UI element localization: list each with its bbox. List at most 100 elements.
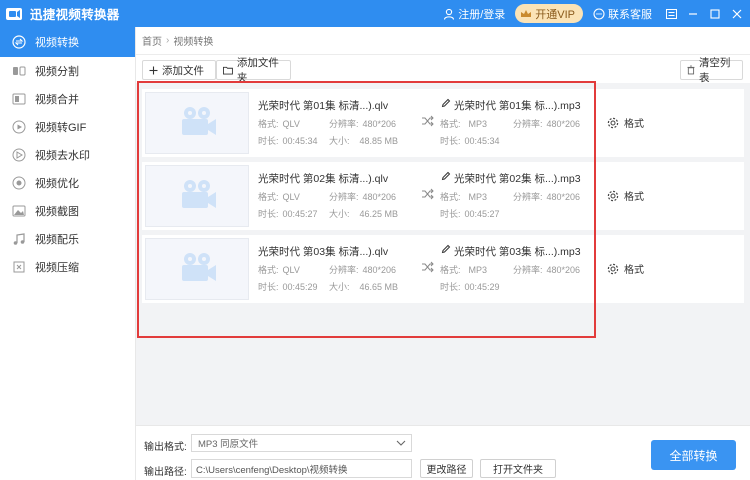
sidebar-item-label: 视频优化 (35, 178, 79, 190)
merge-icon (12, 92, 26, 106)
gear-icon (607, 190, 619, 201)
register-login-label: 注册/登录 (458, 8, 506, 21)
resolution-label: 分辨率: (513, 265, 543, 275)
format-button-label: 格式 (624, 119, 644, 130)
open-vip-button[interactable]: 开通VIP (515, 4, 583, 23)
output-format: MP3 (468, 265, 488, 275)
file-card[interactable]: 光荣时代 第01集 标清...).qlv 格式: QLV 分辨率: 480*206 … (142, 89, 744, 157)
user-icon (444, 8, 455, 20)
sidebar-item-video-merge[interactable]: 视频合并 (0, 85, 135, 113)
sidebar-item-label: 视频压缩 (35, 262, 79, 274)
add-folder-button[interactable]: 添加文件夹 (216, 57, 291, 84)
change-path-button[interactable]: 更改路径 (420, 459, 473, 478)
minimize-button[interactable] (684, 0, 702, 27)
sidebar-item-video-watermark[interactable]: 视频去水印 (0, 141, 135, 169)
gear-icon (607, 117, 619, 128)
gear-icon (607, 263, 619, 274)
output-format-value: MP3 同原文件 (198, 439, 259, 450)
source-resolution: 480*206 (362, 192, 397, 202)
convert-all-button[interactable]: 全部转换 (651, 440, 736, 470)
output-file-name: 光荣时代 第01集 标...).mp3 (454, 100, 581, 112)
title-bar: 迅捷视频转换器 注册/登录 开通VIP 联系客服 (0, 0, 750, 27)
output-resolution: 480*206 (546, 265, 581, 275)
chat-icon (593, 7, 605, 20)
add-file-label: 添加文件 (162, 64, 204, 77)
shuffle-icon (422, 188, 434, 200)
minimize-icon (689, 12, 697, 15)
edit-name-icon[interactable] (441, 98, 451, 108)
sidebar-item-video-convert[interactable]: 视频转换 (0, 27, 135, 57)
breadcrumb-home[interactable]: 首页 (142, 33, 162, 48)
chevron-right-icon: › (166, 35, 170, 46)
resolution-label: 分辨率: (513, 192, 543, 202)
sidebar-item-label: 视频去水印 (35, 150, 90, 162)
sidebar-item-label: 视频截图 (35, 206, 79, 218)
resolution-label: 分辨率: (329, 192, 359, 202)
output-format-select[interactable]: MP3 同原文件 (191, 434, 412, 452)
format-label: 格式: (258, 119, 279, 129)
clear-list-label: 清空列表 (698, 57, 731, 84)
output-file-name: 光荣时代 第02集 标...).mp3 (454, 173, 581, 185)
menu-button[interactable] (662, 0, 680, 27)
source-size: 48.85 MB (359, 136, 399, 146)
format-label: 格式: (258, 265, 279, 275)
format-settings-button[interactable]: 格式 (607, 115, 644, 130)
format-button-label: 格式 (624, 192, 644, 203)
plus-icon (149, 66, 158, 74)
edit-name-icon[interactable] (441, 244, 451, 254)
add-file-button[interactable]: 添加文件 (142, 60, 216, 80)
split-icon (12, 64, 26, 78)
duration-label: 时长: (258, 136, 279, 146)
source-format: QLV (282, 265, 300, 275)
size-label: 大小: (329, 282, 350, 292)
sidebar-item-video-music[interactable]: 视频配乐 (0, 225, 135, 253)
add-folder-label: 添加文件夹 (236, 57, 279, 84)
watermark-icon (12, 148, 26, 162)
source-duration: 00:45:29 (282, 282, 318, 292)
convert-icon (12, 35, 26, 49)
source-file-name: 光荣时代 第02集 标清...).qlv (258, 173, 389, 185)
sidebar-item-video-screenshot[interactable]: 视频截图 (0, 197, 135, 225)
output-resolution: 480*206 (546, 119, 581, 129)
output-path-field[interactable]: C:\Users\cenfeng\Desktop\视频转换 (191, 459, 412, 478)
open-folder-button[interactable]: 打开文件夹 (480, 459, 556, 478)
sidebar-item-video-optimize[interactable]: 视频优化 (0, 169, 135, 197)
output-duration: 00:45:27 (464, 209, 500, 219)
sidebar-item-video-split[interactable]: 视频分割 (0, 57, 135, 85)
format-settings-button[interactable]: 格式 (607, 188, 644, 203)
format-button-label: 格式 (624, 265, 644, 276)
source-file-name: 光荣时代 第01集 标清...).qlv (258, 100, 389, 112)
file-list: 光荣时代 第01集 标清...).qlv 格式: QLV 分辨率: 480*206 … (136, 83, 750, 425)
maximize-button[interactable] (706, 0, 724, 27)
gif-icon (12, 120, 26, 134)
file-card[interactable]: 光荣时代 第03集 标清...).qlv 格式: QLV 分辨率: 480*206 … (142, 235, 744, 303)
sidebar-item-video-compress[interactable]: 视频压缩 (0, 253, 135, 281)
duration-label: 时长: (440, 282, 461, 292)
screenshot-icon (12, 204, 26, 218)
video-camera-icon (182, 107, 216, 135)
output-format: MP3 (468, 192, 488, 202)
sidebar-item-label: 视频配乐 (35, 234, 79, 246)
duration-label: 时长: (440, 209, 461, 219)
duration-label: 时长: (258, 209, 279, 219)
close-button[interactable] (728, 0, 746, 27)
music-icon (12, 232, 26, 246)
edit-name-icon[interactable] (441, 171, 451, 181)
video-camera-icon (182, 253, 216, 281)
duration-label: 时长: (440, 136, 461, 146)
size-label: 大小: (329, 209, 350, 219)
resolution-label: 分辨率: (513, 119, 543, 129)
source-resolution: 480*206 (362, 119, 397, 129)
register-login-link[interactable]: 注册/登录 (443, 6, 505, 22)
sidebar-item-label: 视频分割 (35, 66, 79, 78)
sidebar-item-video-gif[interactable]: 视频转GIF (0, 113, 135, 141)
trash-icon (687, 65, 695, 75)
file-card[interactable]: 光荣时代 第02集 标清...).qlv 格式: QLV 分辨率: 480*206 … (142, 162, 744, 230)
contact-service-link[interactable]: 联系客服 (593, 6, 652, 22)
source-duration: 00:45:27 (282, 209, 318, 219)
clear-list-button[interactable]: 清空列表 (680, 57, 743, 84)
shuffle-icon (422, 115, 434, 127)
video-thumbnail (145, 92, 249, 154)
format-settings-button[interactable]: 格式 (607, 261, 644, 276)
main-panel: 首页 › 视频转换 添加文件 添加文件夹 清空列表 光荣时代 第01集 标清..… (136, 27, 750, 480)
